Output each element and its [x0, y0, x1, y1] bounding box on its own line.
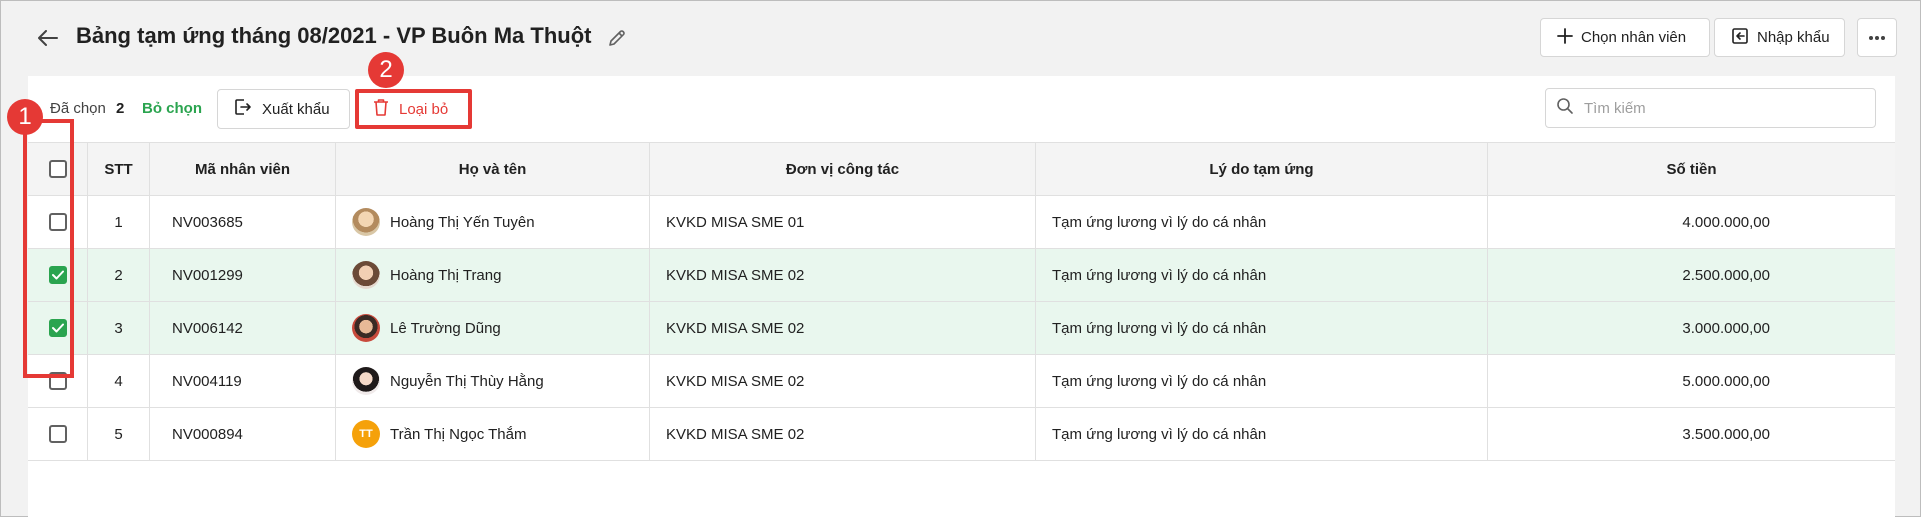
row-amount: 4.000.000,00 — [1682, 213, 1770, 231]
row-employee-code: NV001299 — [150, 249, 336, 301]
remove-button[interactable]: Loại bỏ — [355, 89, 472, 129]
row-checkbox[interactable] — [48, 213, 67, 231]
column-header-unit[interactable]: Đơn vị công tác — [650, 143, 1036, 195]
row-stt: 1 — [88, 196, 150, 248]
row-reason: Tạm ứng lương vì lý do cá nhân — [1036, 196, 1488, 248]
row-unit: KVKD MISA SME 02 — [650, 302, 1036, 354]
selected-label: Đã chọn — [50, 100, 106, 117]
row-checkbox-cell — [28, 249, 88, 301]
column-header-amount[interactable]: Số tiền — [1488, 143, 1895, 195]
remove-label: Loại bỏ — [399, 100, 449, 118]
row-reason: Tạm ứng lương vì lý do cá nhân — [1036, 408, 1488, 460]
page-header: Bảng tạm ứng tháng 08/2021 - VP Buôn Ma … — [1, 1, 1920, 75]
row-checkbox[interactable] — [48, 372, 67, 390]
row-name-cell: TT Trần Thị Ngọc Thắm — [336, 408, 650, 460]
table-row[interactable]: 2 NV001299 Hoàng Thị Trang KVKD MISA SME… — [28, 249, 1895, 302]
trash-icon — [373, 98, 389, 120]
table-row[interactable]: 4 NV004119 Nguyễn Thị Thùy Hằng KVKD MIS… — [28, 355, 1895, 408]
table-row[interactable]: 3 NV006142 Lê Trường Dũng KVKD MISA SME … — [28, 302, 1895, 355]
row-stt: 2 — [88, 249, 150, 301]
search-icon — [1556, 97, 1574, 120]
check-icon — [51, 323, 64, 333]
row-employee-code: NV006142 — [150, 302, 336, 354]
export-button[interactable]: Xuất khẩu — [217, 89, 350, 129]
row-full-name: Hoàng Thị Yến Tuyên — [390, 213, 535, 231]
import-button[interactable]: Nhập khẩu — [1714, 18, 1845, 57]
row-checkbox-cell — [28, 302, 88, 354]
check-icon — [51, 270, 64, 280]
row-checkbox-checked[interactable] — [48, 266, 67, 284]
choose-employee-button[interactable]: Chọn nhân viên — [1540, 18, 1710, 57]
row-amount: 5.000.000,00 — [1682, 372, 1770, 390]
back-arrow-icon[interactable] — [35, 25, 61, 51]
column-header-reason[interactable]: Lý do tạm ứng — [1036, 143, 1488, 195]
row-name-cell: Hoàng Thị Trang — [336, 249, 650, 301]
step-marker-1: 1 — [7, 99, 43, 135]
column-header-employee-code[interactable]: Mã nhân viên — [150, 143, 336, 195]
row-employee-code: NV004119 — [150, 355, 336, 407]
deselect-link[interactable]: Bỏ chọn — [142, 100, 202, 117]
row-reason: Tạm ứng lương vì lý do cá nhân — [1036, 302, 1488, 354]
row-unit: KVKD MISA SME 02 — [650, 408, 1036, 460]
row-stt: 4 — [88, 355, 150, 407]
row-full-name: Hoàng Thị Trang — [390, 266, 502, 284]
row-name-cell: Lê Trường Dũng — [336, 302, 650, 354]
export-label: Xuất khẩu — [262, 100, 330, 118]
row-full-name: Trần Thị Ngọc Thắm — [390, 425, 527, 443]
row-reason: Tạm ứng lương vì lý do cá nhân — [1036, 355, 1488, 407]
selected-count: 2 — [116, 100, 125, 117]
row-unit: KVKD MISA SME 02 — [650, 249, 1036, 301]
avatar — [352, 261, 380, 289]
column-header-stt[interactable]: STT — [88, 143, 150, 195]
row-checkbox-cell — [28, 355, 88, 407]
table-header-row: STT Mã nhân viên Họ và tên Đơn vị công t… — [28, 142, 1895, 196]
table-row[interactable]: 5 NV000894 TT Trần Thị Ngọc Thắm KVKD MI… — [28, 408, 1895, 461]
avatar — [352, 367, 380, 395]
row-amount: 3.500.000,00 — [1682, 425, 1770, 443]
avatar — [352, 208, 380, 236]
content-card: Đã chọn 2 Bỏ chọn Xuất khẩu Loại bỏ Tìm … — [28, 76, 1895, 517]
row-amount: 3.000.000,00 — [1682, 319, 1770, 337]
row-employee-code: NV003685 — [150, 196, 336, 248]
plus-icon — [1557, 27, 1573, 48]
column-header-full-name[interactable]: Họ và tên — [336, 143, 650, 195]
page-title: Bảng tạm ứng tháng 08/2021 - VP Buôn Ma … — [76, 23, 592, 48]
table-row[interactable]: 1 NV003685 Hoàng Thị Yến Tuyên KVKD MISA… — [28, 196, 1895, 249]
more-options-icon[interactable] — [1857, 18, 1897, 57]
row-amount: 2.500.000,00 — [1682, 266, 1770, 284]
row-full-name: Lê Trường Dũng — [390, 319, 501, 337]
avatar — [352, 314, 380, 342]
selection-toolbar: Đã chọn 2 Bỏ chọn Xuất khẩu Loại bỏ — [28, 76, 1895, 142]
pencil-icon[interactable] — [605, 26, 629, 50]
row-full-name: Nguyễn Thị Thùy Hằng — [390, 372, 544, 390]
row-unit: KVKD MISA SME 01 — [650, 196, 1036, 248]
select-all-cell — [28, 143, 88, 195]
import-label: Nhập khẩu — [1757, 29, 1830, 46]
row-checkbox-checked[interactable] — [48, 319, 67, 337]
row-name-cell: Nguyễn Thị Thùy Hằng — [336, 355, 650, 407]
row-checkbox[interactable] — [48, 425, 67, 443]
search-box[interactable] — [1545, 88, 1876, 128]
row-checkbox-cell — [28, 408, 88, 460]
search-input[interactable] — [1584, 99, 1864, 117]
export-icon — [234, 98, 252, 120]
choose-employee-label: Chọn nhân viên — [1581, 29, 1687, 46]
step-marker-2: 2 — [368, 52, 404, 88]
row-stt: 3 — [88, 302, 150, 354]
import-icon — [1731, 27, 1749, 49]
row-name-cell: Hoàng Thị Yến Tuyên — [336, 196, 650, 248]
row-unit: KVKD MISA SME 02 — [650, 355, 1036, 407]
row-stt: 5 — [88, 408, 150, 460]
avatar-initials: TT — [352, 420, 380, 448]
select-all-checkbox[interactable] — [48, 160, 67, 178]
row-checkbox-cell — [28, 196, 88, 248]
row-reason: Tạm ứng lương vì lý do cá nhân — [1036, 249, 1488, 301]
row-employee-code: NV000894 — [150, 408, 336, 460]
